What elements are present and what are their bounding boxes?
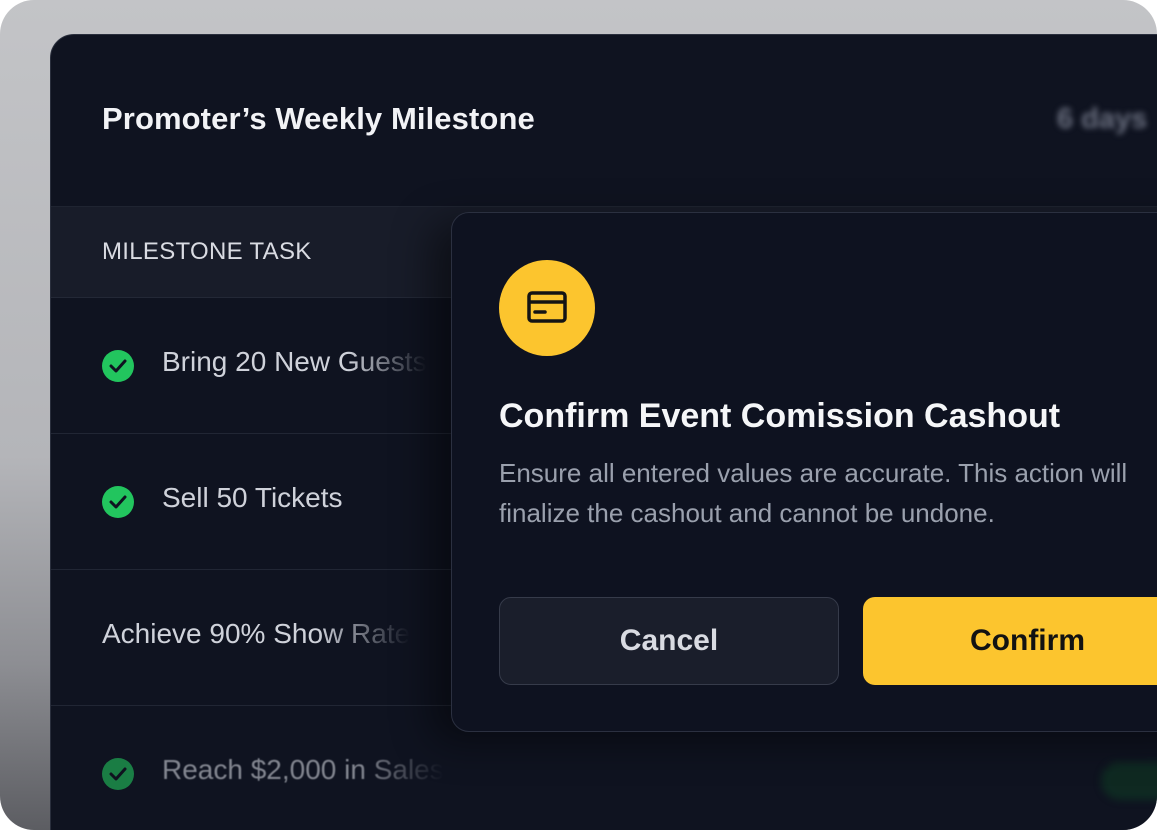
modal-description: Ensure all entered values are accurate. … bbox=[499, 458, 1128, 528]
task-label: Sell 50 Tickets bbox=[162, 482, 343, 513]
task-label: Reach $2,000 in Sales bbox=[162, 754, 444, 785]
column-header-milestone-task: MILESTONE TASK bbox=[102, 238, 312, 265]
confirm-cashout-modal: Confirm Event Comission Cashout Ensure a… bbox=[451, 212, 1157, 732]
screenshot-frame: Promoter’s Weekly Milestone 6 days MILES… bbox=[0, 0, 1157, 830]
status-badge bbox=[1101, 762, 1157, 800]
task-label: Bring 20 New Guests bbox=[162, 346, 427, 377]
days-left-label: 6 days bbox=[1057, 103, 1148, 135]
task-label: Achieve 90% Show Rate bbox=[102, 618, 411, 649]
credit-card-icon bbox=[499, 260, 595, 356]
check-circle-icon bbox=[102, 350, 134, 382]
confirm-button[interactable]: Confirm bbox=[863, 597, 1157, 685]
check-circle-icon bbox=[102, 486, 134, 518]
modal-title: Confirm Event Comission Cashout bbox=[499, 397, 1061, 435]
cancel-button[interactable]: Cancel bbox=[499, 597, 839, 685]
check-circle-icon bbox=[102, 758, 134, 790]
panel-title: Promoter’s Weekly Milestone bbox=[102, 101, 535, 136]
